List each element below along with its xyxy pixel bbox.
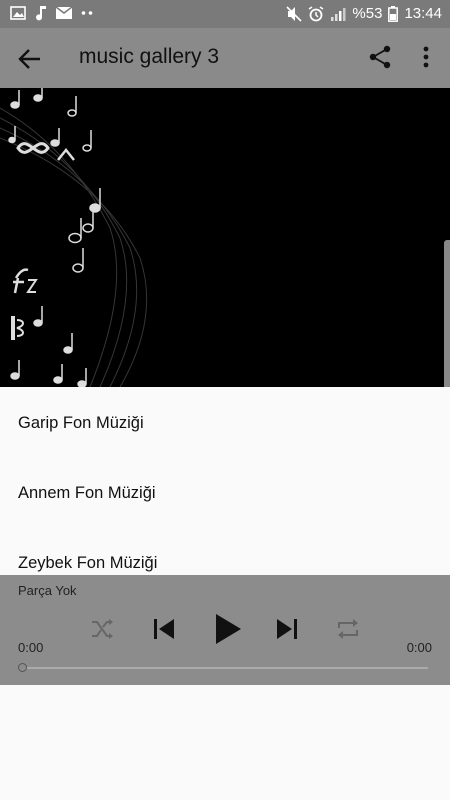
empty-area <box>0 685 450 800</box>
fast-scroll-handle[interactable] <box>444 240 450 400</box>
more-notifications-icon <box>81 11 93 15</box>
image-icon <box>10 6 26 20</box>
list-item[interactable]: Zeybek Fon Müziği <box>18 554 157 573</box>
repeat-icon[interactable] <box>335 617 361 641</box>
seek-thumb[interactable] <box>18 663 27 672</box>
play-icon[interactable] <box>213 613 243 645</box>
battery-percent: %53 <box>352 5 383 22</box>
back-arrow-icon[interactable] <box>16 45 44 73</box>
shuffle-icon[interactable] <box>90 617 116 641</box>
app-bar: music gallery 3 <box>0 28 450 88</box>
signal-icon <box>331 7 346 21</box>
mail-icon <box>56 7 72 19</box>
hero-music-notes-image <box>0 88 450 387</box>
music-notes-artwork <box>0 88 148 387</box>
total-time: 0:00 <box>406 640 432 655</box>
list-item[interactable]: Annem Fon Müziği <box>18 484 156 503</box>
track-title: Parça Yok <box>18 583 77 598</box>
song-list: Garip Fon Müziği Annem Fon Müziği Zeybek… <box>0 387 450 575</box>
seek-bar[interactable] <box>22 667 428 669</box>
clock: 13:44 <box>404 5 442 22</box>
alarm-icon <box>308 5 324 21</box>
music-note-icon <box>36 6 46 21</box>
skip-previous-icon[interactable] <box>152 617 176 641</box>
skip-next-icon[interactable] <box>275 617 299 641</box>
status-notification-icons <box>10 5 93 21</box>
status-bar: %53 13:44 <box>0 0 450 28</box>
mute-icon <box>286 5 302 22</box>
battery-icon <box>388 5 399 22</box>
share-icon[interactable] <box>368 45 392 69</box>
current-time: 0:00 <box>18 640 44 655</box>
more-vert-icon[interactable] <box>416 45 436 69</box>
page-title: music gallery 3 <box>79 45 220 68</box>
status-system-icons: %53 13:44 <box>286 5 442 22</box>
list-item[interactable]: Garip Fon Müziği <box>18 414 144 433</box>
player-panel: Parça Yok 0:00 0:00 <box>0 575 450 685</box>
